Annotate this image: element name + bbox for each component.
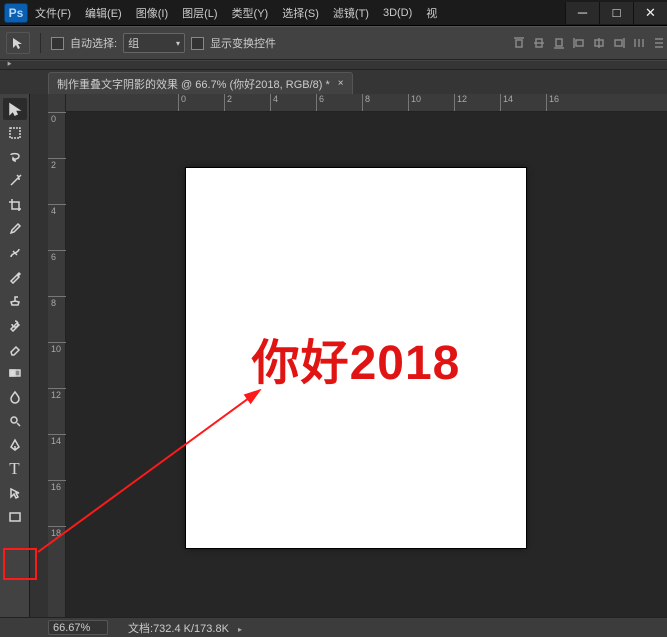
- menu-filter[interactable]: 滤镜(T): [326, 5, 376, 21]
- canvas-text-layer[interactable]: 你好2018: [252, 323, 461, 393]
- vertical-ruler: 0 2 4 6 8 10 12 14 16 18: [48, 94, 66, 617]
- tool-gradient[interactable]: [3, 362, 27, 384]
- align-left-icon[interactable]: [571, 35, 587, 51]
- auto-select-label: 自动选择:: [70, 35, 117, 51]
- document-canvas[interactable]: 你好2018: [186, 168, 526, 548]
- document-tab-close-icon[interactable]: ×: [338, 78, 344, 89]
- align-hcenter-icon[interactable]: [591, 35, 607, 51]
- menu-image[interactable]: 图像(I): [129, 5, 175, 21]
- tool-crop[interactable]: [3, 194, 27, 216]
- app-logo: Ps: [4, 3, 28, 23]
- align-vcenter-icon[interactable]: [531, 35, 547, 51]
- document-tab-title: 制作重叠文字阴影的效果 @ 66.7% (你好2018, RGB/8) *: [57, 76, 330, 92]
- auto-select-checkbox[interactable]: [51, 37, 64, 50]
- tool-rectangle-shape[interactable]: [3, 506, 27, 528]
- window-minimize-button[interactable]: ─: [565, 2, 599, 24]
- align-bottom-icon[interactable]: [551, 35, 567, 51]
- distribute-h-icon[interactable]: [631, 35, 647, 51]
- menu-layer[interactable]: 图层(L): [175, 5, 224, 21]
- window-close-button[interactable]: ✕: [633, 2, 667, 24]
- show-transform-label: 显示变换控件: [210, 35, 276, 51]
- tool-lasso[interactable]: [3, 146, 27, 168]
- toolbox: T: [0, 94, 30, 617]
- tool-magic-wand[interactable]: [3, 170, 27, 192]
- tool-move[interactable]: [3, 98, 27, 120]
- menu-edit[interactable]: 编辑(E): [78, 5, 129, 21]
- tool-pen[interactable]: [3, 434, 27, 456]
- zoom-level-value: 66.67%: [53, 622, 90, 634]
- menu-file[interactable]: 文件(F): [28, 5, 78, 21]
- tool-type[interactable]: T: [3, 458, 27, 480]
- document-size-info: 文档:732.4 K/173.8K ▸: [128, 620, 242, 636]
- document-tab[interactable]: 制作重叠文字阴影的效果 @ 66.7% (你好2018, RGB/8) * ×: [48, 72, 353, 94]
- tool-clone-stamp[interactable]: [3, 290, 27, 312]
- horizontal-ruler: 0 2 4 6 8 10 12 14 16: [66, 94, 667, 112]
- menu-select[interactable]: 选择(S): [275, 5, 326, 21]
- zoom-level-field[interactable]: 66.67%: [48, 620, 108, 635]
- tool-dodge[interactable]: [3, 410, 27, 432]
- align-top-icon[interactable]: [511, 35, 527, 51]
- tool-path-select[interactable]: [3, 482, 27, 504]
- window-maximize-button[interactable]: □: [599, 2, 633, 24]
- tool-history-brush[interactable]: [3, 314, 27, 336]
- tool-eyedropper[interactable]: [3, 218, 27, 240]
- tool-brush[interactable]: [3, 266, 27, 288]
- distribute-v-icon[interactable]: [651, 35, 667, 51]
- current-tool-icon[interactable]: [6, 32, 30, 54]
- menu-view-trunc[interactable]: 视: [419, 5, 444, 21]
- tool-blur[interactable]: [3, 386, 27, 408]
- menu-3d[interactable]: 3D(D): [376, 7, 419, 19]
- auto-select-mode-value: 组: [128, 35, 139, 51]
- align-controls: [511, 35, 667, 51]
- show-transform-checkbox[interactable]: [191, 37, 204, 50]
- panel-collapse-toggle[interactable]: ⯈: [6, 60, 12, 70]
- tool-marquee-rect[interactable]: [3, 122, 27, 144]
- tool-healing-brush[interactable]: [3, 242, 27, 264]
- align-right-icon[interactable]: [611, 35, 627, 51]
- menu-type[interactable]: 类型(Y): [225, 5, 276, 21]
- tool-eraser[interactable]: [3, 338, 27, 360]
- auto-select-mode-select[interactable]: 组 ▾: [123, 33, 185, 53]
